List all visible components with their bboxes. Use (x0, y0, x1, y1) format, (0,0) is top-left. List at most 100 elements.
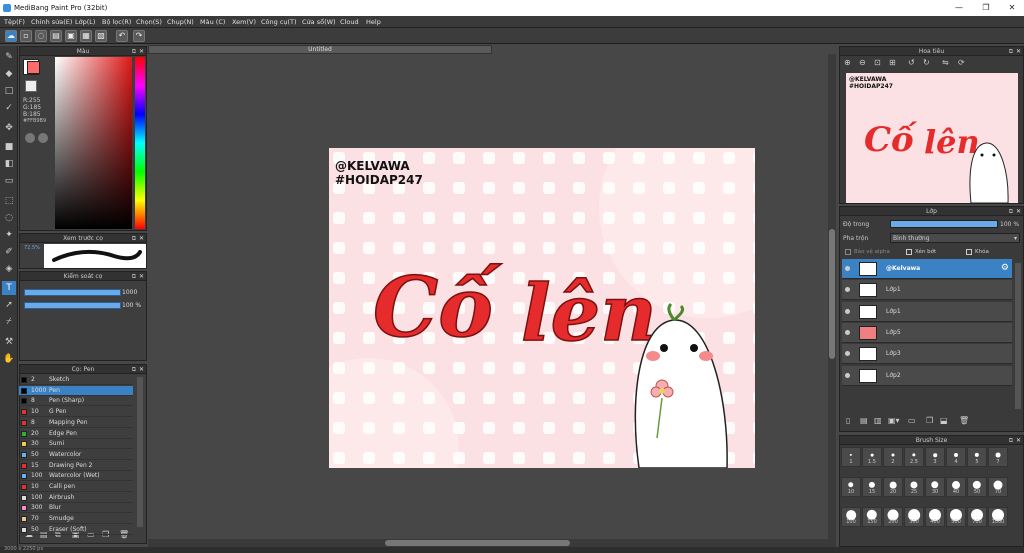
layer-row[interactable]: Lớp1 (842, 280, 1012, 301)
cloud-icon[interactable]: ☁ (5, 30, 17, 42)
brush-size-option[interactable]: 1.5 (862, 447, 882, 467)
brush-size-option[interactable]: 150 (862, 507, 882, 527)
color-wheel-icon[interactable] (38, 133, 48, 143)
rotate-right-icon[interactable]: ↻ (923, 58, 930, 67)
document-tab[interactable]: Untitled (148, 45, 492, 54)
flip-icon[interactable]: ⇋ (942, 58, 949, 67)
close-icon[interactable]: ✕ (139, 365, 144, 374)
pin-icon[interactable]: ⧉ (132, 234, 136, 243)
drawing-canvas[interactable]: @KELVAWA #HOIDAP247 Cố lên (329, 148, 755, 468)
menu-color[interactable]: Màu (C) (200, 18, 225, 26)
fill-rect-icon[interactable]: ■ (2, 140, 16, 154)
share-icon[interactable]: ▧ (95, 30, 107, 42)
dot-tool-icon[interactable]: ✓ (2, 101, 16, 115)
pin-icon[interactable]: ⧉ (1009, 47, 1013, 56)
brush-item[interactable]: 1000 Pen (19, 385, 133, 396)
text-tool-icon[interactable]: T (2, 281, 16, 295)
eye-icon[interactable] (845, 372, 850, 378)
menu-layer[interactable]: Lớp(L) (75, 18, 95, 26)
hue-slider[interactable] (135, 57, 145, 229)
reset-icon[interactable]: ⟳ (958, 58, 965, 67)
close-icon[interactable]: ✕ (1016, 436, 1021, 445)
brush-item[interactable]: 50 Watercolor (19, 450, 133, 460)
brush-size-option[interactable]: 3 (925, 447, 945, 467)
gear-icon[interactable]: ⚙ (1001, 263, 1009, 273)
bucket-tool-icon[interactable]: ◧ (2, 157, 16, 171)
vertical-scroll-thumb[interactable] (829, 229, 835, 359)
horizontal-scroll-thumb[interactable] (385, 540, 570, 546)
close-icon[interactable]: ✕ (139, 47, 144, 56)
brush-size-slider[interactable] (24, 289, 121, 296)
close-icon[interactable]: ✕ (139, 272, 144, 281)
minimize-button[interactable]: — (947, 2, 971, 14)
brush-size-option[interactable]: 2.5 (904, 447, 924, 467)
add-layer-menu-icon[interactable]: ▣▾ (888, 416, 900, 425)
redo-icon[interactable]: ↷ (133, 30, 145, 42)
brush-size-option[interactable]: 7 (988, 447, 1008, 467)
comment-icon[interactable]: ◌ (35, 30, 47, 42)
brush-item[interactable]: 70 Smudge (19, 514, 133, 525)
brush-item[interactable]: 30 Sumi (19, 439, 133, 450)
duplicate-layer-icon[interactable]: ❐ (926, 416, 933, 425)
brush-item[interactable]: 20 Edge Pen (19, 429, 133, 439)
brush-item[interactable]: 50 Eraser (Soft) (19, 525, 133, 535)
layer-row[interactable]: Lớp2 (842, 365, 1012, 386)
open-icon[interactable]: ▤ (50, 30, 62, 42)
brush-size-option[interactable]: 70 (988, 477, 1008, 497)
brush-size-option[interactable]: 25 (904, 477, 924, 497)
save-icon[interactable]: ▣ (65, 30, 77, 42)
brush-size-option[interactable]: 30 (925, 477, 945, 497)
brush-size-option[interactable]: 400 (925, 507, 945, 527)
brush-size-option[interactable]: 5 (967, 447, 987, 467)
eyedropper-icon[interactable]: ⌿ (2, 315, 16, 329)
new-file-icon[interactable]: ▫ (20, 30, 32, 42)
merge-layer-icon[interactable]: ⬓ (940, 416, 948, 425)
canvas-vertical-scrollbar[interactable] (828, 54, 836, 550)
eye-icon[interactable] (845, 351, 850, 357)
eraser-tool-icon[interactable]: ◆ (2, 67, 16, 81)
brush-size-option[interactable]: 200 (883, 507, 903, 527)
layer-row[interactable]: @Kelvawa ⚙ (842, 259, 1012, 279)
brush-size-option[interactable]: 500 (946, 507, 966, 527)
select-tool-icon[interactable]: ⬚ (2, 194, 16, 208)
lasso-tool-icon[interactable]: ◌ (2, 211, 16, 225)
divide-tool-icon[interactable]: ⚒ (2, 335, 16, 349)
brush-size-option[interactable]: 1 (841, 447, 861, 467)
close-icon[interactable]: ✕ (1016, 207, 1021, 216)
layer-row[interactable]: Lớp1 (842, 301, 1012, 322)
eye-icon[interactable] (845, 266, 850, 271)
brush-size-option[interactable]: 700 (967, 507, 987, 527)
menu-select[interactable]: Chọn(S) (136, 18, 162, 26)
layer-list-scrollbar[interactable] (1015, 263, 1021, 409)
fit-icon[interactable]: ⊡ (874, 58, 881, 67)
shape-tool-icon[interactable]: □ (2, 84, 16, 98)
color-picker-square[interactable] (55, 57, 132, 229)
brush-item[interactable]: 8 Pen (Sharp) (19, 396, 133, 407)
eye-icon[interactable] (845, 287, 850, 293)
brush-item[interactable]: 10 G Pen (19, 407, 133, 418)
new-color-layer-icon[interactable]: ▤ (860, 416, 868, 425)
canvas-horizontal-scrollbar[interactable] (148, 539, 830, 547)
export-icon[interactable]: ▦ (80, 30, 92, 42)
rotate-left-icon[interactable]: ↺ (908, 58, 915, 67)
operation-tool-icon[interactable]: ➚ (2, 298, 16, 312)
undo-icon[interactable]: ↶ (116, 30, 128, 42)
brush-size-option[interactable]: 15 (862, 477, 882, 497)
hand-tool-icon[interactable]: ✋ (2, 352, 16, 366)
layer-folder-icon[interactable]: ▭ (908, 416, 916, 425)
palette-icon[interactable] (25, 133, 35, 143)
brush-item[interactable]: 2 Sketch (19, 375, 133, 385)
pin-icon[interactable]: ⧉ (1009, 207, 1013, 216)
brush-item[interactable]: 100 Airbrush (19, 493, 133, 503)
brush-size-option[interactable]: 10 (841, 477, 861, 497)
menu-window[interactable]: Cửa sổ(W) (302, 18, 336, 26)
lock-checkbox[interactable] (966, 249, 972, 255)
clipping-checkbox[interactable] (906, 249, 912, 255)
magic-wand-icon[interactable]: ✦ (2, 228, 16, 242)
maximize-button[interactable]: ❐ (974, 2, 998, 14)
menu-help[interactable]: Help (366, 18, 381, 26)
blend-mode-select[interactable]: Bình thường ▾ (890, 233, 1020, 243)
menu-tools[interactable]: Công cụ(T) (261, 18, 297, 26)
delete-layer-icon[interactable]: 🗑 (959, 416, 969, 425)
brush-size-option[interactable]: 4 (946, 447, 966, 467)
